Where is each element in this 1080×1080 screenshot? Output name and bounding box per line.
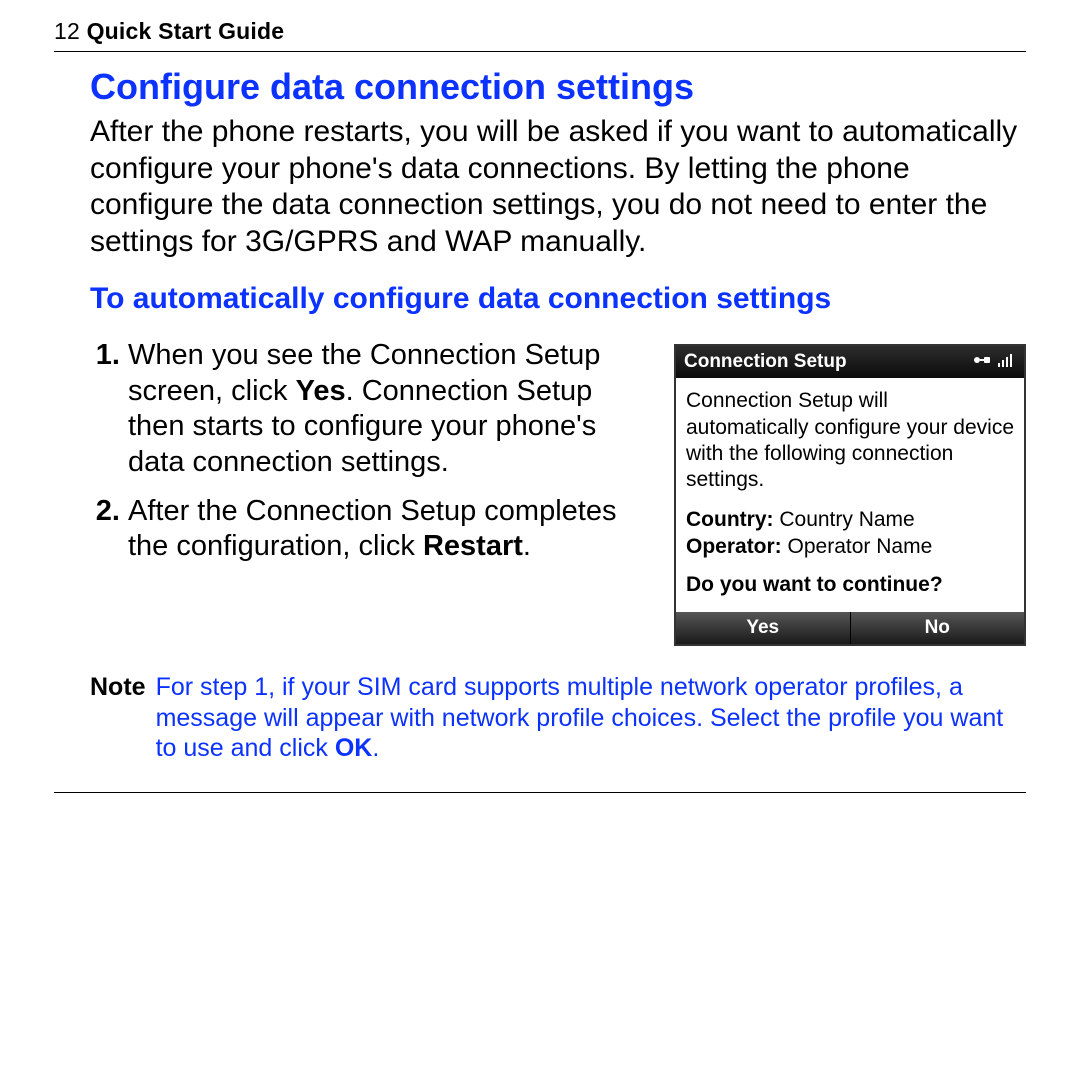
section-heading: Configure data connection settings <box>90 66 1026 108</box>
note-block: Note For step 1, if your SIM card suppor… <box>90 672 1026 764</box>
note-label: Note <box>90 672 146 764</box>
phone-screenshot: Connection Setup Connection Setup will a… <box>674 344 1026 646</box>
phone-title: Connection Setup <box>684 351 847 373</box>
phone-country-row: Country: Country Name <box>686 507 1014 533</box>
running-header: 12 Quick Start Guide <box>54 18 1026 52</box>
step-1-bold: Yes <box>296 375 346 407</box>
note-text-a: For step 1, if your SIM card supports mu… <box>156 673 1004 762</box>
phone-country-value: Country Name <box>779 508 914 531</box>
step-1: When you see the Connection Setup screen… <box>128 338 648 480</box>
footer-rule <box>54 792 1026 793</box>
phone-status-icons <box>972 351 1016 373</box>
phone-titlebar: Connection Setup <box>676 346 1024 378</box>
phone-softkeys: Yes No <box>676 612 1024 644</box>
section-subheading: To automatically configure data connecti… <box>90 282 1026 316</box>
steps-list: When you see the Connection Setup screen… <box>90 338 648 646</box>
step-2-bold: Restart <box>423 530 523 562</box>
signal-icon <box>998 351 1016 373</box>
section-intro: After the phone restarts, you will be as… <box>90 114 1026 260</box>
phone-operator-label: Operator: <box>686 535 782 558</box>
phone-confirm-question: Do you want to continue? <box>686 572 1014 598</box>
phone-description: Connection Setup will automatically conf… <box>686 388 1014 493</box>
step-2-text-a: After the Connection Setup completes the… <box>128 495 616 562</box>
note-bold: OK <box>335 734 373 762</box>
connection-icon <box>972 351 992 373</box>
phone-operator-row: Operator: Operator Name <box>686 534 1014 560</box>
page-content: 12 Quick Start Guide Configure data conn… <box>0 0 1080 764</box>
step-2: After the Connection Setup completes the… <box>128 494 648 565</box>
phone-body: Connection Setup will automatically conf… <box>676 378 1024 612</box>
softkey-yes[interactable]: Yes <box>676 612 851 644</box>
guide-title: Quick Start Guide <box>87 18 285 44</box>
step-2-text-b: . <box>523 530 531 562</box>
note-body: For step 1, if your SIM card supports mu… <box>156 672 1026 764</box>
phone-operator-value: Operator Name <box>788 535 933 558</box>
page-number: 12 <box>54 18 80 44</box>
phone-country-label: Country: <box>686 508 774 531</box>
note-text-b: . <box>372 734 379 762</box>
softkey-no[interactable]: No <box>851 612 1025 644</box>
